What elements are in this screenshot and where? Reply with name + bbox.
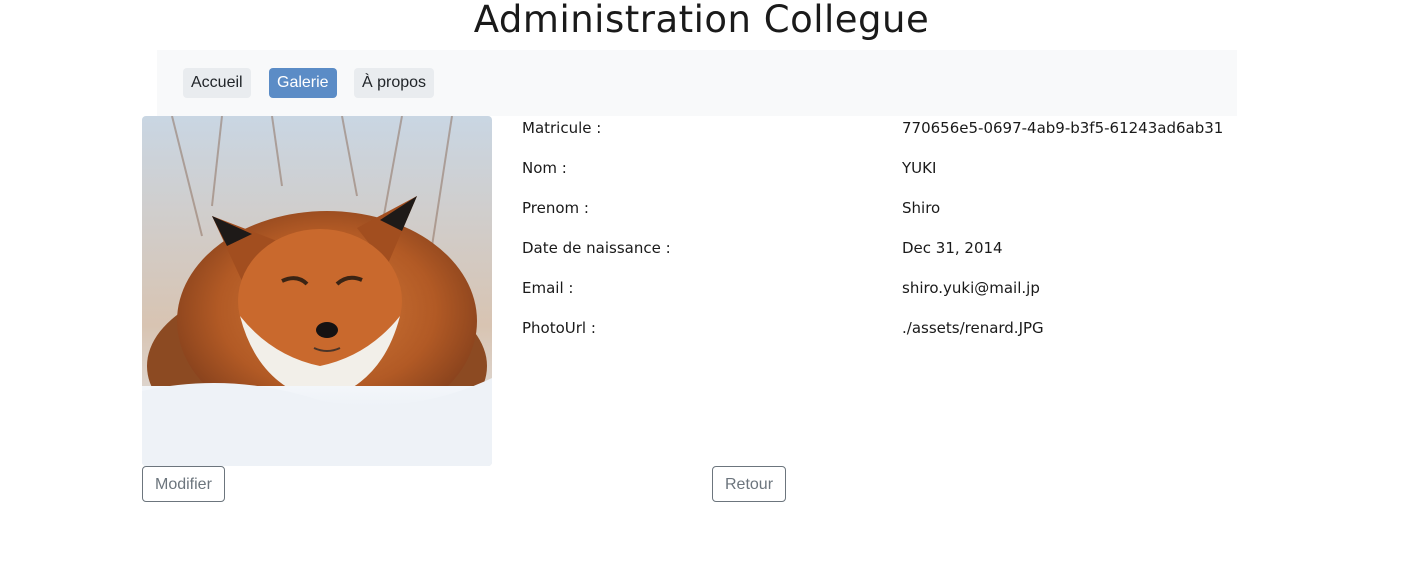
detail-value: 770656e5-0697-4ab9-b3f5-61243ad6ab31: [902, 119, 1224, 137]
detail-row-email: Email : shiro.yuki@mail.jp: [522, 276, 1242, 300]
detail-value: Shiro: [902, 199, 941, 217]
detail-label: Email :: [522, 279, 574, 297]
detail-row-photo-url: PhotoUrl : ./assets/renard.JPG: [522, 316, 1242, 340]
detail-row-matricule: Matricule : 770656e5-0697-4ab9-b3f5-6124…: [522, 116, 1242, 140]
detail-label: Date de naissance :: [522, 239, 671, 257]
detail-label: Nom :: [522, 159, 567, 177]
detail-row-prenom: Prenom : Shiro: [522, 196, 1242, 220]
detail-value: Dec 31, 2014: [902, 239, 1003, 257]
page-title: Administration Collegue: [473, 0, 930, 41]
detail-value: shiro.yuki@mail.jp: [902, 279, 1040, 297]
navbar: Accueil Galerie À propos: [157, 50, 1237, 116]
modify-button[interactable]: Modifier: [142, 466, 225, 502]
detail-label: PhotoUrl :: [522, 319, 596, 337]
nav-item-accueil[interactable]: Accueil: [183, 68, 251, 98]
fox-photo-illustration: [142, 116, 492, 466]
detail-value: ./assets/renard.JPG: [902, 319, 1044, 337]
detail-label: Matricule :: [522, 119, 602, 137]
detail-row-nom: Nom : YUKI: [522, 156, 1242, 180]
back-button[interactable]: Retour: [712, 466, 787, 502]
nav-item-a-propos[interactable]: À propos: [354, 68, 435, 98]
detail-row-date-naissance: Date de naissance : Dec 31, 2014: [522, 236, 1242, 260]
collegue-photo: [142, 116, 492, 466]
page: Administration Collegue Accueil Galerie …: [0, 0, 1403, 583]
detail-value: YUKI: [902, 159, 937, 177]
nav-item-galerie[interactable]: Galerie: [269, 68, 337, 98]
detail-label: Prenom :: [522, 199, 589, 217]
